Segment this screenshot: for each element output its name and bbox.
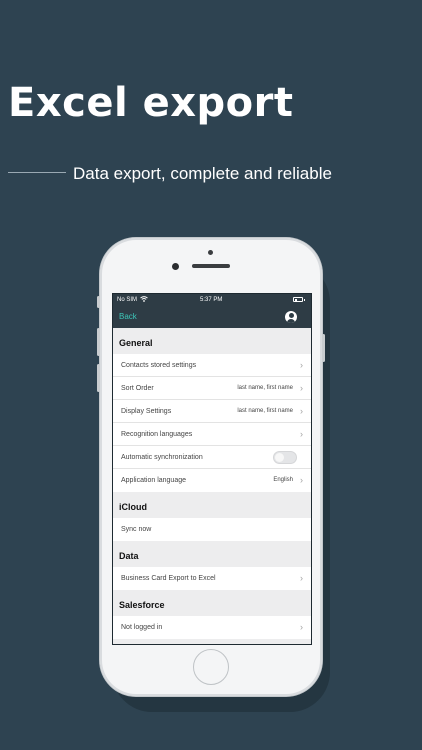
phone-device: No SIM 5:37 PM Back General Contacts sto… [97,238,325,696]
row-label: Contacts stored settings [121,362,197,369]
section-header-salesforce: Salesforce [113,590,311,616]
chevron-right-icon: › [300,622,303,632]
row-label: Display Settings [121,408,172,415]
row-application-language[interactable]: Application language English › [113,469,311,492]
row-salesforce-login[interactable]: Not logged in › [113,616,311,639]
earpiece-speaker [192,264,230,268]
chevron-right-icon: › [300,429,303,439]
row-label: Business Card Export to Excel [121,575,216,582]
row-display-settings[interactable]: Display Settings last name, first name › [113,400,311,423]
chevron-right-icon: › [300,475,303,485]
profile-icon[interactable] [285,311,297,323]
status-bar: No SIM 5:37 PM [113,294,311,306]
battery-icon [293,297,305,302]
subtitle-divider [8,172,66,173]
promo-headline: Excel export [8,80,294,126]
row-contacts-stored-settings[interactable]: Contacts stored settings › [113,354,311,377]
section-header-data: Data [113,541,311,567]
row-value: English [273,477,293,483]
promo-subtitle: Data export, complete and reliable [73,164,332,183]
chevron-right-icon: › [300,406,303,416]
row-label: Sync now [121,526,152,533]
wifi-icon [140,296,148,304]
row-recognition-languages[interactable]: Recognition languages › [113,423,311,446]
volume-down-button [97,364,100,392]
carrier-label: No SIM [117,297,138,303]
row-sort-order[interactable]: Sort Order last name, first name › [113,377,311,400]
row-value: last name, first name [237,408,293,414]
section-header-general: General [113,328,311,354]
row-label: Sort Order [121,385,154,392]
front-camera [172,263,179,270]
chevron-right-icon: › [300,573,303,583]
back-button[interactable]: Back [119,312,137,321]
row-automatic-synchronization: Automatic synchronization [113,446,311,469]
row-value: last name, first name [237,385,293,391]
power-button [322,334,325,362]
status-time: 5:37 PM [200,297,223,303]
navigation-bar: No SIM 5:37 PM Back [113,294,311,328]
row-business-card-export[interactable]: Business Card Export to Excel › [113,567,311,590]
mute-switch [97,296,100,308]
row-sync-now[interactable]: Sync now [113,518,311,541]
auto-sync-toggle[interactable] [273,451,297,464]
section-header-icloud: iCloud [113,492,311,518]
chevron-right-icon: › [300,360,303,370]
row-label: Application language [121,477,186,484]
row-label: Not logged in [121,624,163,631]
home-button[interactable] [193,649,229,685]
chevron-right-icon: › [300,383,303,393]
section-title: Data [119,551,139,561]
row-label: Recognition languages [121,431,193,438]
section-title: iCloud [119,502,147,512]
volume-up-button [97,328,100,356]
section-title: General [119,338,153,348]
proximity-sensor [208,250,213,255]
app-screen: No SIM 5:37 PM Back General Contacts sto… [112,293,312,645]
section-title: Salesforce [119,600,165,610]
row-label: Automatic synchronization [121,454,203,461]
